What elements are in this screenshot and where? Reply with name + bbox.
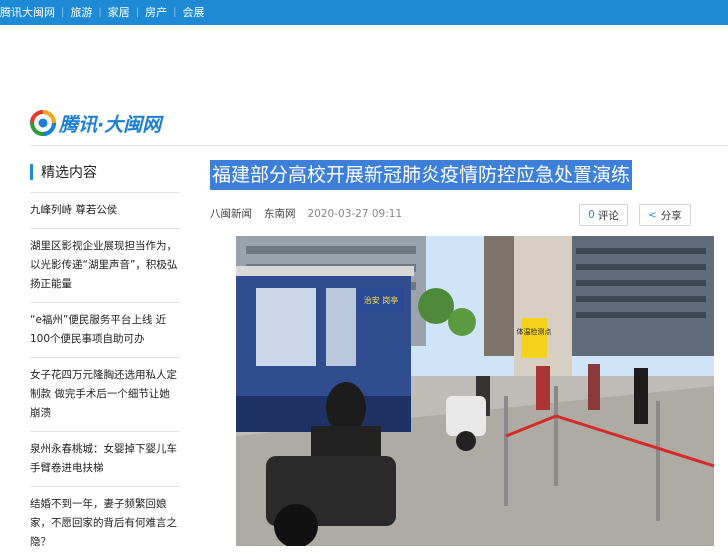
article-photo: 体温检测点 治安 岗亭 bbox=[236, 236, 714, 546]
comment-label: 评论 bbox=[597, 209, 619, 222]
header-divider bbox=[30, 145, 728, 146]
article-source[interactable]: 八闽新闻 bbox=[210, 206, 252, 221]
sidebar-article-link[interactable]: “e福州”便民服务平台上线 近100个便民事项自助可办 bbox=[30, 303, 180, 358]
article-headline: 福建部分高校开展新冠肺炎疫情防控应急处置演练 bbox=[210, 160, 633, 190]
sidebar-article-link[interactable]: 结婚不到一年，妻子频繁回娘家，不愿回家的背后有何难言之隐？ bbox=[30, 487, 180, 560]
featured-sidebar: 精选内容 九峰列峙 尊若公侯 湖里区影视企业展现担当作为，以光影传递“湖里声音”… bbox=[30, 160, 180, 560]
article-meta: 八闽新闻 东南网 2020-03-27 09:11 bbox=[210, 206, 402, 221]
photo-illustration: 体温检测点 治安 岗亭 bbox=[236, 236, 714, 546]
nav-link-travel[interactable]: 旅游 bbox=[64, 0, 98, 25]
nav-link-exhibition[interactable]: 会展 bbox=[177, 0, 211, 25]
top-nav-bar: 腾讯大闽网 | 旅游 | 家居 | 房产 | 会展 bbox=[0, 0, 728, 25]
article-timestamp: 2020-03-27 09:11 bbox=[307, 207, 403, 220]
logo-text: 腾讯·大闽网 bbox=[59, 113, 162, 136]
sidebar-title: 精选内容 bbox=[41, 165, 97, 181]
site-logo[interactable]: 腾讯·大闽网 bbox=[30, 110, 161, 136]
nav-link-home-decor[interactable]: 家居 bbox=[102, 0, 136, 25]
share-button[interactable]: < 分享 bbox=[639, 204, 691, 226]
comment-count: 0 bbox=[588, 209, 595, 221]
comment-button[interactable]: 0 评论 bbox=[579, 204, 628, 226]
article-source-secondary[interactable]: 东南网 bbox=[264, 206, 296, 221]
sidebar-accent-bar bbox=[30, 164, 33, 180]
sidebar-article-link[interactable]: 湖里区影视企业展现担当作为，以光影传递“湖里声音”，积极弘扬正能量 bbox=[30, 229, 180, 303]
sidebar-article-link[interactable]: 女子花四万元隆胸还选用私人定制款 做完手术后一个细节让她崩溃 bbox=[30, 358, 180, 432]
sidebar-article-link[interactable]: 九峰列峙 尊若公侯 bbox=[30, 193, 180, 229]
share-label: 分享 bbox=[660, 209, 682, 222]
photo-sign-text: 体温检测点 bbox=[517, 327, 552, 336]
photo-booth-sign: 治安 岗亭 bbox=[364, 295, 399, 305]
sidebar-list: 九峰列峙 尊若公侯 湖里区影视企业展现担当作为，以光影传递“湖里声音”，积极弘扬… bbox=[30, 193, 180, 560]
logo-icon bbox=[30, 110, 56, 136]
share-icon: < bbox=[648, 209, 657, 221]
sidebar-article-link[interactable]: 泉州永春桃城：女婴掉下婴儿车手臂卷进电扶梯 bbox=[30, 432, 180, 487]
nav-link-home[interactable]: 腾讯大闽网 bbox=[0, 0, 61, 25]
sidebar-header: 精选内容 bbox=[30, 160, 180, 193]
nav-link-real-estate[interactable]: 房产 bbox=[139, 0, 173, 25]
